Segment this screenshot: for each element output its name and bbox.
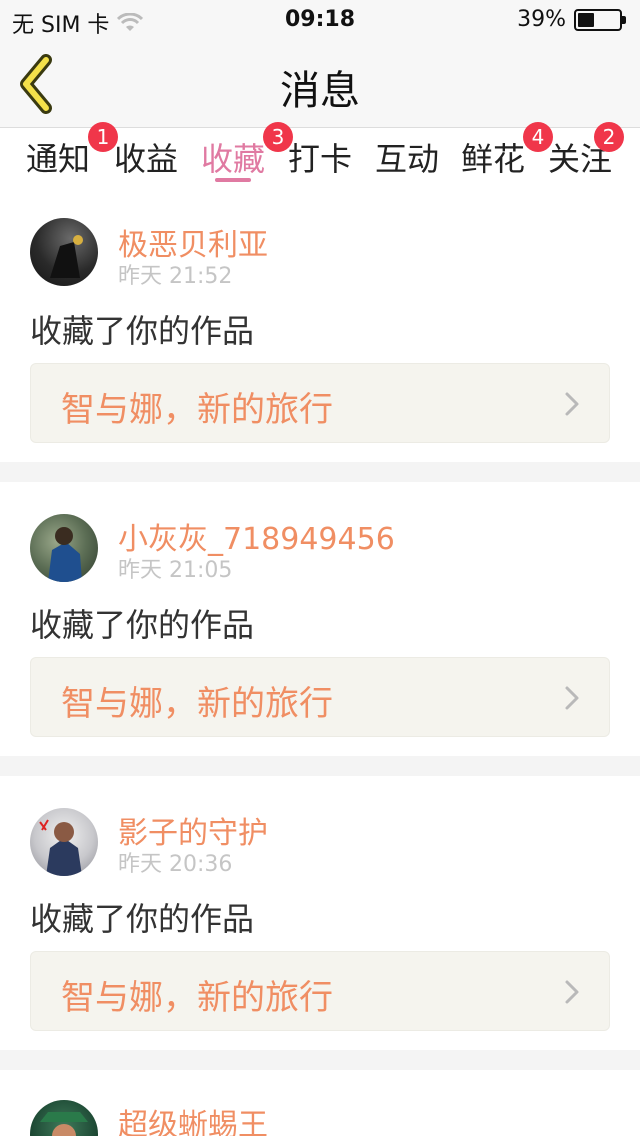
tab-notifications[interactable]: 通知 1 <box>26 122 119 184</box>
divider <box>0 1050 640 1070</box>
battery-tip <box>622 15 626 24</box>
work-title: 智与娜，新的旅行 <box>61 684 333 724</box>
tab-favorites[interactable]: 收藏 3 <box>201 122 294 184</box>
chevron-right-icon <box>565 392 579 416</box>
avatar-image <box>48 527 82 582</box>
avatar[interactable] <box>30 1100 98 1136</box>
battery-percent: 39% <box>517 7 566 32</box>
tab-label: 收藏 <box>201 140 266 178</box>
avatar-image <box>40 1112 88 1136</box>
timestamp: 昨天 20:36 <box>118 852 233 877</box>
tab-bar: 通知 1 收益 收藏 3 打卡 互动 鲜花 4 关注 2 <box>0 122 640 184</box>
timestamp: 昨天 21:05 <box>118 558 233 583</box>
work-title: 智与娜，新的旅行 <box>61 978 333 1018</box>
tab-interaction[interactable]: 互动 <box>375 134 439 184</box>
avatar[interactable] <box>30 218 98 286</box>
active-tab-indicator <box>215 178 251 182</box>
chevron-right-icon <box>565 980 579 1004</box>
chevron-right-icon <box>565 686 579 710</box>
list-item: 影子的守护 昨天 20:36 收藏了你的作品 智与娜，新的旅行 <box>0 776 640 1050</box>
work-title: 智与娜，新的旅行 <box>61 390 333 430</box>
list-item: 小灰灰_718949456 昨天 21:05 收藏了你的作品 智与娜，新的旅行 <box>0 482 640 756</box>
user-name[interactable]: 超级蜥蜴王 <box>118 1100 268 1136</box>
tab-label: 通知 <box>26 140 91 178</box>
work-link[interactable]: 智与娜，新的旅行 <box>30 363 610 443</box>
action-text: 收藏了你的作品 <box>30 900 255 938</box>
tab-label: 互动 <box>375 140 440 178</box>
tab-flowers[interactable]: 鲜花 4 <box>461 122 554 184</box>
battery-icon <box>574 8 622 31</box>
avatar-image <box>39 819 82 876</box>
avatar[interactable] <box>30 514 98 582</box>
divider <box>0 462 640 482</box>
tab-following[interactable]: 关注 2 <box>548 122 625 184</box>
avatar[interactable] <box>30 808 98 876</box>
list-item: 超级蜥蜴王 <box>0 1070 640 1136</box>
tab-label: 鲜花 <box>461 140 526 178</box>
tab-label: 收益 <box>114 140 179 178</box>
list-item: 极恶贝利亚 昨天 21:52 收藏了你的作品 智与娜，新的旅行 <box>0 184 640 462</box>
battery-fill <box>578 12 594 27</box>
tab-label: 打卡 <box>288 140 353 178</box>
work-link[interactable]: 智与娜，新的旅行 <box>30 951 610 1031</box>
badge: 2 <box>594 122 625 152</box>
status-bar: 无 SIM 卡 09:18 39% <box>0 0 640 40</box>
divider <box>0 756 640 776</box>
timestamp: 昨天 21:52 <box>118 264 233 289</box>
tab-checkin[interactable]: 打卡 <box>288 134 352 184</box>
page-title: 消息 <box>280 68 360 114</box>
battery: 39% <box>517 7 626 32</box>
nav-bar: 消息 <box>0 40 640 128</box>
action-text: 收藏了你的作品 <box>30 606 255 644</box>
action-text: 收藏了你的作品 <box>30 312 255 350</box>
avatar-image <box>50 235 83 278</box>
tab-earnings[interactable]: 收益 <box>114 134 178 184</box>
work-link[interactable]: 智与娜，新的旅行 <box>30 657 610 737</box>
